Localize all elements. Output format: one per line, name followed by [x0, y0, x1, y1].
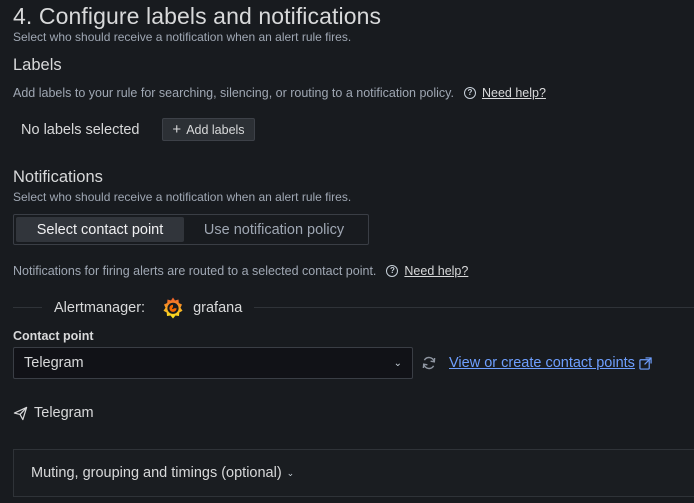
- contact-point-label: Contact point: [13, 329, 94, 343]
- grafana-logo-icon: [163, 297, 183, 319]
- muting-grouping-timings-collapse[interactable]: Muting, grouping and timings (optional) …: [13, 449, 694, 497]
- alertmanager-label: Alertmanager:: [54, 300, 146, 316]
- labels-help-link[interactable]: Need help?: [482, 86, 546, 100]
- notifications-description: Select who should receive a notification…: [13, 190, 352, 204]
- alertmanager-row: Alertmanager: grafana: [42, 296, 255, 320]
- chevron-down-icon: ⌄: [286, 467, 295, 478]
- sync-icon[interactable]: [421, 355, 437, 371]
- labels-description-row: Add labels to your rule for searching, s…: [13, 86, 546, 100]
- chevron-down-icon: ⌄: [393, 357, 402, 369]
- integration-name: Telegram: [34, 405, 94, 421]
- labels-heading: Labels: [13, 56, 62, 74]
- add-labels-button[interactable]: + Add labels: [162, 118, 255, 141]
- telegram-send-icon: [13, 406, 28, 420]
- section-title: 4. Configure labels and notifications: [13, 3, 382, 29]
- view-contact-points[interactable]: View or create contact points: [449, 355, 652, 371]
- contact-point-value: Telegram: [24, 355, 84, 371]
- no-labels-text: No labels selected: [21, 122, 140, 138]
- labels-help[interactable]: ? Need help?: [463, 86, 546, 100]
- notifications-heading: Notifications: [13, 168, 103, 186]
- collapse-label: Muting, grouping and timings (optional): [31, 465, 282, 481]
- view-contact-points-link[interactable]: View or create contact points: [449, 355, 635, 371]
- notification-mode-radio-group: Select contact point Use notification po…: [13, 214, 369, 245]
- question-circle-icon: ?: [463, 87, 476, 99]
- option-select-contact-point[interactable]: Select contact point: [16, 217, 184, 242]
- labels-description: Add labels to your rule for searching, s…: [13, 86, 454, 100]
- notifications-help[interactable]: ? Need help?: [386, 264, 468, 278]
- alert-rule-step-4: 4. Configure labels and notifications Se…: [0, 0, 694, 503]
- routing-info: Notifications for firing alerts are rout…: [13, 264, 377, 278]
- external-link-icon: [639, 356, 652, 370]
- plus-icon: +: [172, 120, 182, 138]
- contact-point-select[interactable]: Telegram ⌄: [13, 347, 413, 379]
- option-use-notification-policy[interactable]: Use notification policy: [184, 217, 364, 242]
- add-labels-label: Add labels: [186, 122, 245, 137]
- question-circle-icon: ?: [386, 265, 399, 277]
- section-subtitle: Select who should receive a notification…: [13, 30, 352, 44]
- notifications-help-link[interactable]: Need help?: [404, 264, 468, 278]
- alertmanager-name: grafana: [193, 300, 243, 316]
- routing-info-row: Notifications for firing alerts are rout…: [13, 264, 468, 278]
- integration-row: Telegram: [13, 405, 94, 421]
